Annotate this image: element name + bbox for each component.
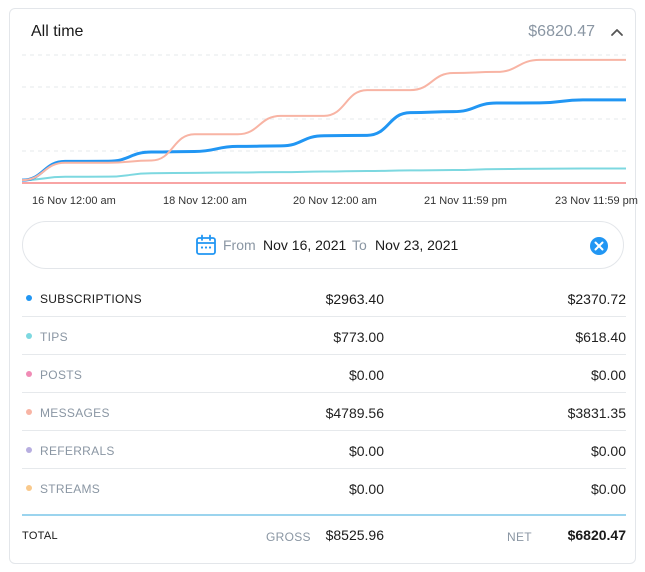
x-tick-label: 23 Nov 11:59 pm bbox=[555, 195, 638, 207]
list-item-tips[interactable]: TIPS $773.00 $618.40 bbox=[22, 317, 626, 355]
date-range-filter[interactable]: From Nov 16, 2021 To Nov 23, 2021 bbox=[22, 221, 624, 269]
list-item-posts[interactable]: POSTS $0.00 $0.00 bbox=[22, 355, 626, 393]
category-name: TIPS bbox=[40, 330, 68, 344]
to-label: To bbox=[352, 237, 367, 253]
earnings-breakdown-list: SUBSCRIPTIONS $2963.40 $2370.72 TIPS $77… bbox=[22, 279, 626, 507]
gross-label: GROSS bbox=[266, 530, 311, 544]
gross-total-value: $8525.96 bbox=[325, 527, 384, 543]
list-item-referrals[interactable]: REFERRALS $0.00 $0.00 bbox=[22, 431, 626, 469]
category-name: SUBSCRIPTIONS bbox=[40, 292, 142, 306]
bullet-dot-icon bbox=[26, 485, 32, 491]
x-tick-label: 20 Nov 12:00 am bbox=[293, 195, 377, 207]
list-item-messages[interactable]: MESSAGES $4789.56 $3831.35 bbox=[22, 393, 626, 431]
net-total-value: $6820.47 bbox=[567, 527, 626, 543]
gross-value: $4789.56 bbox=[325, 405, 384, 421]
earnings-card: All time $6820.47 16 Nov 12:00 am 18 Nov … bbox=[9, 8, 638, 564]
gross-value: $0.00 bbox=[348, 481, 384, 497]
from-date[interactable]: Nov 16, 2021 bbox=[263, 237, 346, 253]
series-line-messages bbox=[22, 58, 626, 182]
from-label: From bbox=[223, 237, 256, 253]
gross-value: $773.00 bbox=[333, 329, 384, 345]
list-item-streams[interactable]: STREAMS $0.00 $0.00 bbox=[22, 469, 626, 507]
category-name: REFERRALS bbox=[40, 444, 115, 458]
net-value: $0.00 bbox=[590, 443, 626, 459]
x-tick-label: 21 Nov 11:59 pm bbox=[424, 195, 507, 207]
list-item-subscriptions[interactable]: SUBSCRIPTIONS $2963.40 $2370.72 bbox=[22, 279, 626, 317]
category-name: POSTS bbox=[40, 368, 83, 382]
net-value: $618.40 bbox=[575, 329, 626, 345]
category-name: MESSAGES bbox=[40, 406, 110, 420]
bullet-dot-icon bbox=[26, 333, 32, 339]
bullet-dot-icon bbox=[26, 371, 32, 377]
category-name: STREAMS bbox=[40, 482, 101, 496]
net-value: $3831.35 bbox=[567, 405, 626, 421]
x-tick-label: 16 Nov 12:00 am bbox=[32, 195, 116, 207]
net-value: $0.00 bbox=[590, 367, 626, 383]
to-date[interactable]: Nov 23, 2021 bbox=[375, 237, 458, 253]
gross-value: $0.00 bbox=[348, 367, 384, 383]
calendar-icon[interactable] bbox=[195, 234, 217, 256]
bullet-dot-icon bbox=[26, 409, 32, 415]
close-circle-icon[interactable] bbox=[589, 236, 609, 256]
gross-value: $2963.40 bbox=[325, 291, 384, 307]
gross-value: $0.00 bbox=[348, 443, 384, 459]
series-line-tips bbox=[22, 167, 626, 182]
period-title: All time bbox=[31, 23, 84, 40]
net-value: $0.00 bbox=[590, 481, 626, 497]
x-tick-label: 18 Nov 12:00 am bbox=[163, 195, 247, 207]
total-label: TOTAL bbox=[22, 530, 58, 542]
bullet-dot-icon bbox=[26, 295, 32, 301]
net-value: $2370.72 bbox=[567, 291, 626, 307]
header-total: $6820.47 bbox=[528, 23, 595, 40]
total-row: TOTAL GROSS $8525.96 NET $6820.47 bbox=[22, 514, 626, 560]
bullet-dot-icon bbox=[26, 447, 32, 453]
net-label: NET bbox=[507, 530, 532, 544]
chevron-up-icon[interactable] bbox=[609, 25, 625, 39]
